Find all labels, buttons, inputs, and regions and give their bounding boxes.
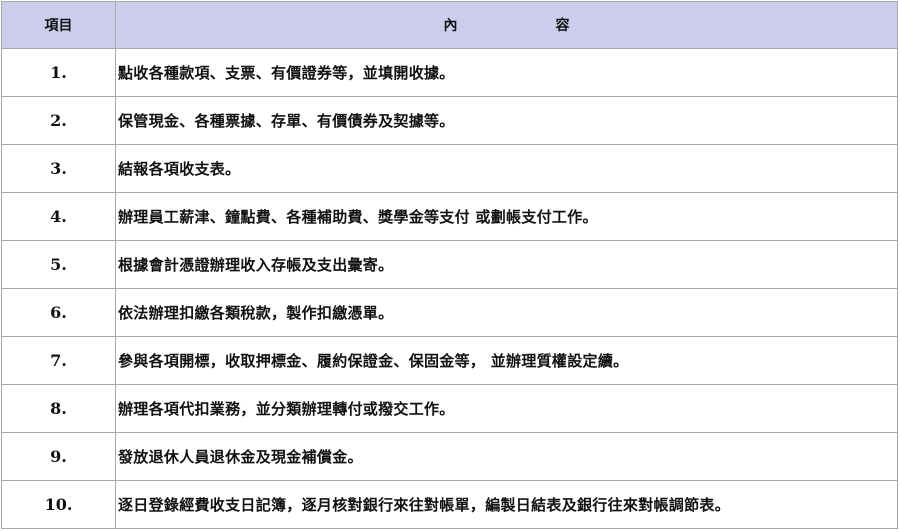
table-row: 10. 逐日登錄經費收支日記簿，逐月核對銀行來往對帳單，編製日結表及銀行往來對帳… bbox=[1, 480, 898, 529]
row-text: 辦理各項代扣業務，並分類辦理轉付或撥交工作。 bbox=[115, 384, 898, 433]
row-text: 依法辦理扣繳各類稅款，製作扣繳憑單。 bbox=[115, 288, 898, 337]
duties-table: 項目 內 容 1. 點收各種款項、支票、有價證券等，並填開收據。 2. 保管現金… bbox=[1, 1, 898, 529]
row-text: 辦理員工薪津、鐘點費、各種補助費、獎學金等支付 或劃帳支付工作。 bbox=[115, 192, 898, 241]
table-row: 9. 發放退休人員退休金及現金補償金。 bbox=[1, 432, 898, 481]
table-row: 5. 根據會計憑證辦理收入存帳及支出彙寄。 bbox=[1, 240, 898, 289]
table-row: 7. 參與各項開標，收取押標金、履約保證金、保固金等， 並辦理質權設定續。 bbox=[1, 336, 898, 385]
row-number: 10. bbox=[1, 480, 116, 529]
table-row: 8. 辦理各項代扣業務，並分類辦理轉付或撥交工作。 bbox=[1, 384, 898, 433]
row-number: 4. bbox=[1, 192, 116, 241]
header-content-char-1: 內 bbox=[443, 18, 458, 34]
row-text: 點收各種款項、支票、有價證券等，並填開收據。 bbox=[115, 48, 898, 97]
table-row: 1. 點收各種款項、支票、有價證券等，並填開收據。 bbox=[1, 48, 898, 97]
table-row: 3. 結報各項收支表。 bbox=[1, 144, 898, 193]
row-text: 根據會計憑證辦理收入存帳及支出彙寄。 bbox=[115, 240, 898, 289]
row-number: 6. bbox=[1, 288, 116, 337]
row-number: 7. bbox=[1, 336, 116, 385]
row-text: 逐日登錄經費收支日記簿，逐月核對銀行來往對帳單，編製日結表及銀行往來對帳調節表。 bbox=[115, 480, 898, 529]
row-text: 結報各項收支表。 bbox=[115, 144, 898, 193]
row-text: 保管現金、各種票據、存單、有價債券及契據等。 bbox=[115, 96, 898, 145]
table-row: 6. 依法辦理扣繳各類稅款，製作扣繳憑單。 bbox=[1, 288, 898, 337]
row-text: 發放退休人員退休金及現金補償金。 bbox=[115, 432, 898, 481]
header-item: 項目 bbox=[1, 1, 116, 49]
table-row: 2. 保管現金、各種票據、存單、有價債券及契據等。 bbox=[1, 96, 898, 145]
row-text: 參與各項開標，收取押標金、履約保證金、保固金等， 並辦理質權設定續。 bbox=[115, 336, 898, 385]
row-number: 1. bbox=[1, 48, 116, 97]
row-number: 3. bbox=[1, 144, 116, 193]
row-number: 9. bbox=[1, 432, 116, 481]
header-content-char-2: 容 bbox=[555, 18, 570, 34]
table-row: 4. 辦理員工薪津、鐘點費、各種補助費、獎學金等支付 或劃帳支付工作。 bbox=[1, 192, 898, 241]
row-number: 8. bbox=[1, 384, 116, 433]
row-number: 2. bbox=[1, 96, 116, 145]
header-row: 項目 內 容 bbox=[1, 1, 898, 49]
header-content: 內 容 bbox=[115, 1, 898, 49]
row-number: 5. bbox=[1, 240, 116, 289]
